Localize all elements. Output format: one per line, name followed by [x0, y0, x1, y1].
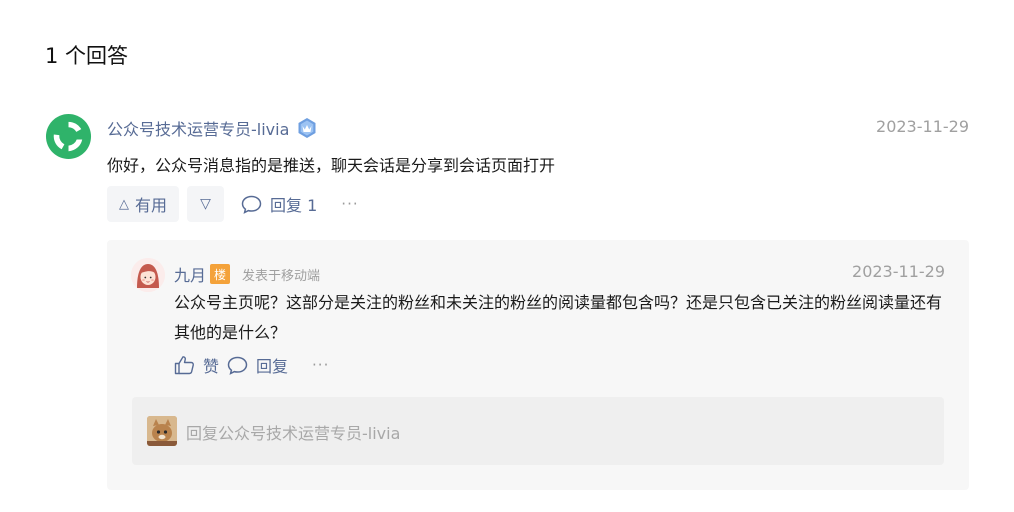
- answer-author-avatar[interactable]: [45, 113, 92, 160]
- reply-thread: 九月 楼 发表于移动端 2023-11-29 公众号主页呢？这部分是关注的粉丝和…: [107, 240, 969, 490]
- useful-button[interactable]: △ 有用: [107, 186, 180, 222]
- downvote-triangle-icon: ▽: [200, 196, 211, 212]
- answer-author-name[interactable]: 公众号技术运营专员-livia: [107, 116, 289, 140]
- answer-author-row: 公众号技术运营专员-livia: [107, 116, 318, 140]
- floor-badge: 楼: [210, 264, 231, 284]
- reply-reply-label: 回复: [256, 357, 289, 376]
- current-user-avatar: [147, 416, 177, 446]
- answer-actions: △ 有用 ▽ 回复 1 ···: [107, 186, 359, 222]
- upvote-triangle-icon: △: [119, 196, 129, 212]
- answer-more-button[interactable]: ···: [341, 195, 358, 213]
- reply-content: 公众号主页呢？这部分是关注的粉丝和未关注的粉丝的阅读量都包含吗？还是只包含已关注…: [174, 293, 943, 342]
- reply-author-avatar[interactable]: [131, 258, 165, 292]
- official-badge-icon: [298, 118, 316, 138]
- comment-bubble-icon: [241, 195, 262, 214]
- answer-date: 2023-11-29: [876, 117, 969, 136]
- answer-content: 你好，公众号消息指的是推送，聊天会话是分享到会话页面打开: [107, 156, 556, 175]
- reply-input-placeholder: 回复公众号技术运营专员-livia: [186, 424, 401, 443]
- like-button[interactable]: 赞: [174, 353, 219, 377]
- downvote-button[interactable]: ▽: [187, 186, 225, 222]
- comment-bubble-icon: [227, 356, 248, 375]
- reply-input-box[interactable]: 回复公众号技术运营专员-livia: [132, 397, 944, 465]
- reply-date: 2023-11-29: [852, 262, 945, 281]
- reply-author-name[interactable]: 九月: [174, 262, 206, 286]
- reply-source: 发表于移动端: [242, 268, 321, 284]
- reply-header: 九月 楼 发表于移动端: [174, 262, 320, 286]
- answer-reply-button[interactable]: 回复 1: [241, 192, 317, 216]
- useful-label: 有用: [135, 196, 168, 215]
- reply-reply-button[interactable]: 回复: [227, 353, 288, 377]
- answer-reply-label: 回复 1: [270, 196, 318, 215]
- reply-more-button[interactable]: ···: [312, 356, 329, 374]
- like-label: 赞: [203, 357, 220, 376]
- thumbs-up-icon: [174, 356, 194, 375]
- answers-count-heading: 1 个回答: [45, 44, 129, 68]
- reply-actions: 赞 回复 ···: [174, 352, 329, 378]
